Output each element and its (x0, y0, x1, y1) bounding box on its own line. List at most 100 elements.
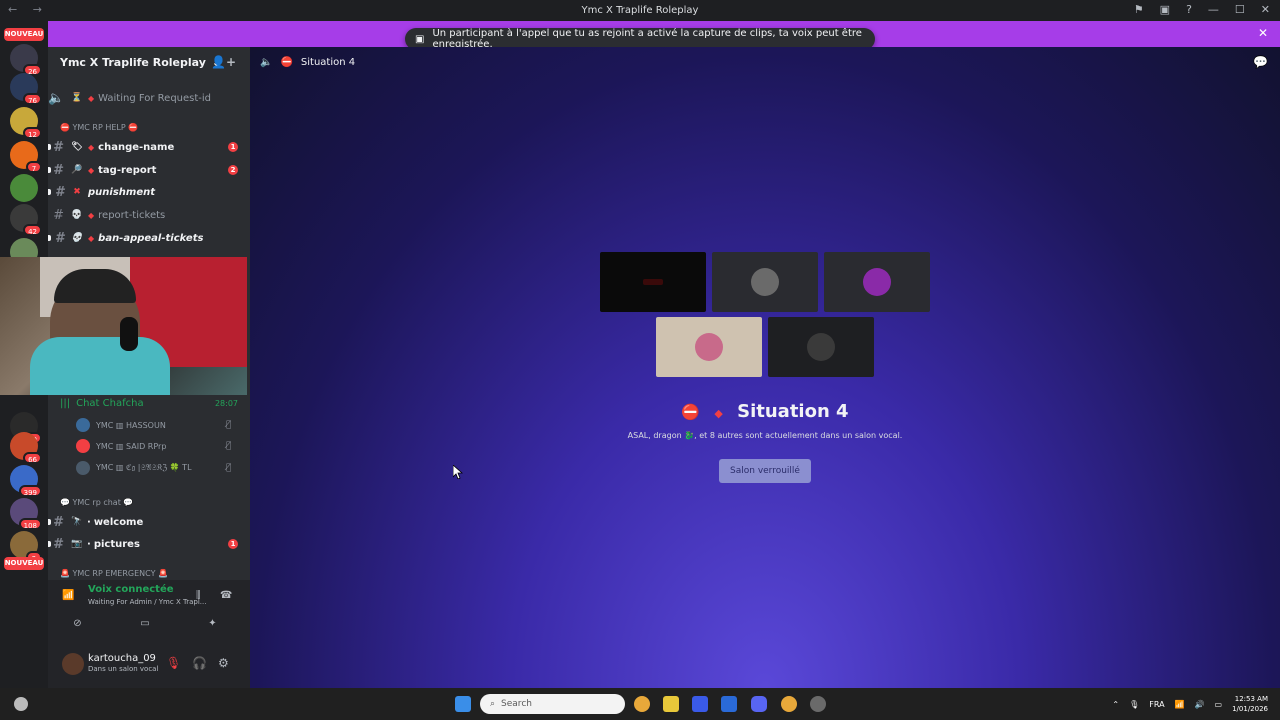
monitor-icon[interactable]: ▣ (1160, 3, 1170, 16)
clock[interactable]: 12:53 AM 1/01/2026 (1232, 694, 1268, 714)
volume-icon[interactable]: 🔊 (1195, 700, 1205, 709)
server-icon[interactable]: 12 (10, 107, 42, 139)
channel-tag-report[interactable]: # 🔎 ◆ tag-report 2 (48, 160, 250, 180)
battery-icon[interactable]: ▭ (1215, 700, 1223, 709)
unread-badge: 399 (18, 485, 42, 497)
participant-tile[interactable] (600, 252, 706, 312)
mic-muted-icon[interactable]: 🎙 (166, 656, 181, 670)
channel-name: change-name (98, 141, 175, 153)
server-icon[interactable]: 26 (10, 44, 42, 76)
participant-tile[interactable] (824, 252, 930, 312)
server-icon[interactable]: 7 (10, 141, 42, 173)
search-icon: ⌕ (490, 699, 496, 709)
voice-channel-waiting[interactable]: 🔈 ⏳ ◆ Waiting For Request-id (48, 88, 250, 108)
discord-icon[interactable] (751, 696, 767, 712)
no-entry-icon: ⛔ (280, 56, 293, 68)
clock-time: 12:53 AM (1234, 695, 1268, 703)
help-icon[interactable]: ? (1186, 3, 1192, 16)
wifi-icon[interactable]: 📶 (1175, 700, 1185, 709)
noise-suppression-icon[interactable]: ⫼ (196, 590, 201, 601)
category-emergency[interactable]: 🚨 YMC RP EMERGENCY 🚨 (60, 569, 168, 578)
hash-icon: # (54, 184, 64, 200)
diamond-icon: ◆ (88, 165, 95, 175)
voice-status[interactable]: Voix connectée (88, 584, 174, 595)
voice-channel-chat-chafcha[interactable]: ||| Chat Chafcha 28:07 (48, 396, 250, 410)
muted-icon: 🎙̸ (226, 420, 232, 430)
server-icon[interactable]: 76 (10, 73, 42, 105)
channel-header: 🔈 ⛔ Situation 4 💬 (250, 47, 1280, 77)
activities-icon[interactable]: ✦ (208, 618, 216, 629)
channel-name: punishment (88, 186, 155, 198)
avatar (643, 279, 663, 285)
voice-user[interactable]: YMC ▥ SAID RPrp 🎙̸ (76, 437, 231, 455)
participant-tile[interactable] (712, 252, 818, 312)
hash-icon: # (53, 536, 64, 552)
language-indicator[interactable]: FRA (1149, 700, 1164, 709)
channel-name: Waiting For Request-id (98, 92, 212, 104)
camera-off-icon[interactable]: ⊘ (73, 618, 81, 629)
server-icon[interactable]: 42 (10, 204, 42, 236)
server-icon[interactable]: 2 (10, 531, 42, 563)
chevron-up-icon[interactable]: ⌃ (1112, 700, 1119, 709)
search-placeholder: Search (501, 699, 532, 709)
category-help[interactable]: ⛔ YMC RP HELP ⛔ (60, 123, 138, 132)
close-button[interactable]: ✕ (1261, 3, 1270, 16)
hash-icon: # (53, 514, 64, 530)
voice-user-name: YMC ▥ HASSOUN (96, 420, 166, 430)
diamond-icon: ◆ (88, 93, 95, 103)
main-voice-view: 🔈 ⛔ Situation 4 💬 ⛔ ◆ Situation 4 ASAL, … (250, 47, 1280, 688)
microphone-icon[interactable]: 🎙 (1129, 700, 1139, 709)
channel-pictures[interactable]: # 📷 · pictures 1 (48, 534, 250, 554)
hash-icon: # (53, 207, 64, 223)
guild-header[interactable]: Ymc X Traplife Roleplay ⌄ 👤+ (48, 47, 250, 77)
channel-ban-appeal-tickets[interactable]: # 💀 ◆ ban-appeal-tickets (48, 228, 250, 248)
server-icon[interactable]: 399 (10, 465, 42, 497)
participant-tile[interactable] (768, 317, 874, 377)
window-title: Ymc X Traplife Roleplay (581, 5, 699, 16)
locked-channel-button[interactable]: Salon verrouillé (719, 459, 811, 483)
weather-icon[interactable] (14, 697, 28, 711)
windows-taskbar: ⌕ Search ⌃ 🎙 FRA 📶 🔊 ▭ 12:53 AM 1/01/202… (0, 688, 1280, 720)
channel-punishment[interactable]: # ✖ punishment (48, 182, 250, 202)
server-icon[interactable]: 66 (10, 432, 42, 464)
channel-report-tickets[interactable]: # 💀 ◆ report-tickets (48, 205, 250, 225)
channel-change-name[interactable]: # 🏷 ◆ change-name 1 (48, 137, 250, 157)
headphones-icon[interactable]: 🎧 (192, 656, 207, 670)
signal-icon[interactable]: 📶 (62, 590, 74, 601)
disconnect-icon[interactable]: ☎ (220, 590, 232, 601)
app-icon[interactable] (810, 696, 826, 712)
taskbar-search[interactable]: ⌕ Search (480, 694, 625, 714)
maximize-button[interactable]: ☐ (1235, 3, 1245, 16)
screen-share-icon[interactable]: ▭ (140, 618, 149, 629)
server-icon[interactable]: 108 (10, 498, 42, 530)
mail-icon[interactable] (721, 696, 737, 712)
category-chat[interactable]: 💬 YMC rp chat 💬 (60, 498, 133, 507)
channel-welcome[interactable]: # 🔭 · welcome (48, 512, 250, 532)
voice-user[interactable]: YMC ▥ ℭ𝔤 |𝔖𝔄𝔖𝔎ℨ 🍀 TL 🎙̸ (76, 459, 231, 477)
participant-tile[interactable] (656, 317, 762, 377)
channel-name: tag-report (98, 164, 157, 176)
voice-user[interactable]: YMC ▥ HASSOUN 🎙̸ (76, 416, 231, 434)
avatar (807, 333, 835, 361)
chrome-icon[interactable] (634, 696, 650, 712)
add-member-icon[interactable]: 👤+ (211, 55, 236, 69)
minimize-button[interactable]: — (1208, 3, 1219, 16)
close-icon[interactable]: ✕ (1258, 26, 1268, 40)
voice-timer: 28:07 (214, 398, 238, 408)
avatar[interactable] (62, 653, 84, 675)
inbox-icon[interactable]: ⚑ (1134, 3, 1144, 16)
server-icon[interactable] (10, 174, 38, 202)
voice-channel-path[interactable]: Waiting For Admin / Ymc X Trapl... (88, 598, 206, 606)
voice-channel-subtitle: ASAL, dragon 🐉, et 8 autres sont actuell… (627, 431, 903, 440)
avatar (863, 268, 891, 296)
chat-bubble-icon[interactable]: 💬 (1253, 55, 1268, 69)
unread-badge: 42 (23, 224, 42, 236)
file-explorer-icon[interactable] (663, 696, 679, 712)
gear-icon[interactable]: ⚙ (218, 656, 229, 670)
windows-start-icon[interactable] (455, 696, 471, 712)
channel-emoji: ✖ (73, 187, 81, 197)
chrome-profile-icon[interactable] (781, 696, 797, 712)
store-icon[interactable] (692, 696, 708, 712)
username[interactable]: kartoucha_09 (88, 653, 156, 664)
mention-count: 2 (228, 165, 238, 175)
